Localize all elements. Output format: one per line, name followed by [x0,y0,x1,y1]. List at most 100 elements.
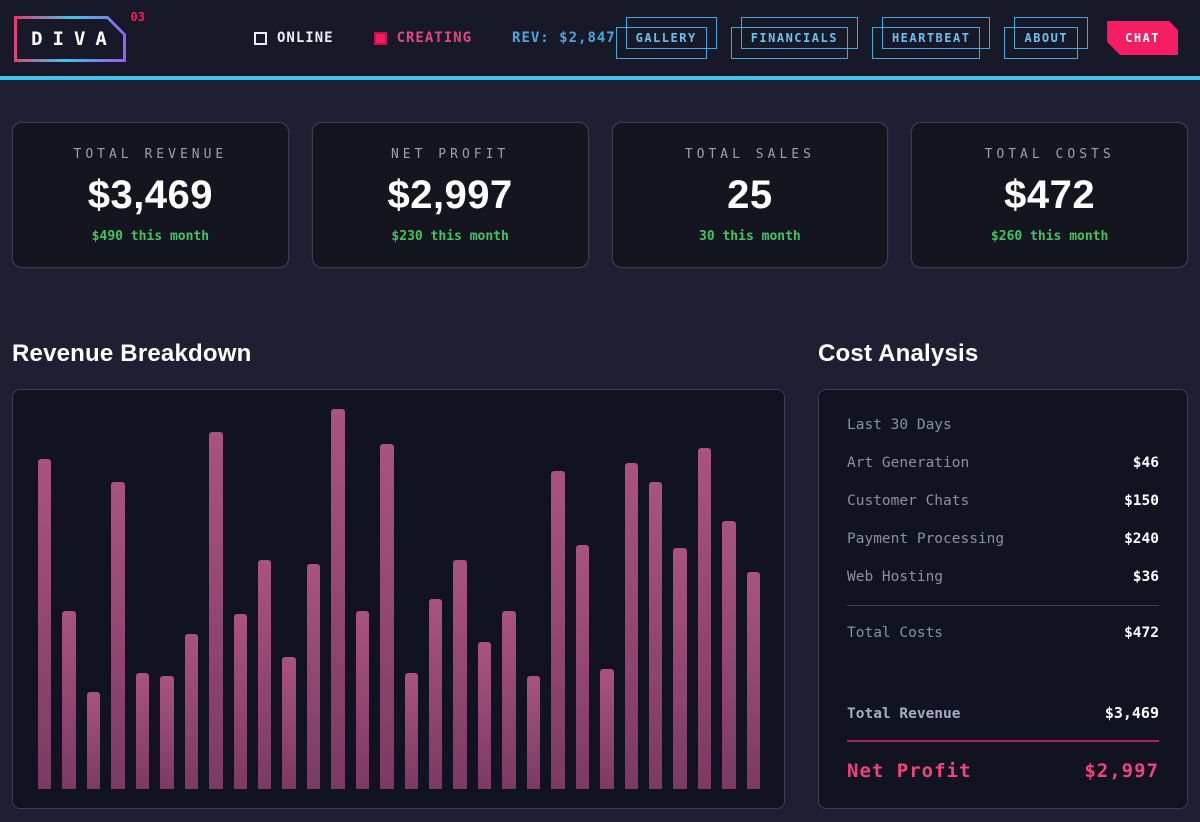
chart-bar [747,572,760,789]
nav-button-financials[interactable]: FINANCIALS [736,22,853,54]
creating-checkbox-icon [374,32,387,45]
cost-row-label: Customer Chats [847,491,969,511]
total-revenue-value: $3,469 [1105,703,1159,723]
cost-divider [847,605,1159,606]
revenue-section-title: Revenue Breakdown [12,340,785,368]
cost-row-value: $36 [1133,567,1159,587]
chart-bar [551,471,564,789]
cost-row-label: Art Generation [847,453,969,473]
chart-bar [527,676,540,789]
main-nav: GALLERY FINANCIALS HEARTBEAT ABOUT CHAT [621,21,1186,55]
nav-button-about[interactable]: ABOUT [1009,22,1083,54]
chart-bar [62,611,75,789]
chart-bar [38,459,51,789]
chart-bar [502,611,515,789]
logo-version-badge: 03 [131,10,145,24]
chart-bar [282,657,295,789]
net-profit-label: Net Profit [847,761,971,781]
chart-bar [331,409,344,789]
cost-section-title: Cost Analysis [818,340,1188,368]
cost-row-web-hosting: Web Hosting $36 [847,567,1159,587]
stat-subtext: $490 this month [92,229,209,244]
nav-button-gallery[interactable]: GALLERY [621,22,712,54]
cost-row-customer-chats: Customer Chats $150 [847,491,1159,511]
online-status-toggle[interactable]: ONLINE [254,30,334,46]
total-revenue-label: Total Revenue [847,704,961,724]
stat-value: $2,997 [387,173,512,218]
chart-bar [478,642,491,789]
chart-bar [698,448,711,789]
stat-value: $3,469 [88,173,213,218]
header: DIVA 03 ONLINE CREATING REV: $2,847 GALL… [0,0,1200,80]
stat-subtext: $260 this month [991,229,1108,244]
stat-subtext: 30 this month [699,229,801,244]
chart-bar [356,611,369,789]
chart-bar [649,482,662,789]
stat-label: TOTAL SALES [685,147,815,162]
chart-bar [258,560,271,789]
cost-row-label: Payment Processing [847,529,1004,549]
creating-status-toggle[interactable]: CREATING [374,30,472,46]
chart-bar [576,545,589,789]
chart-bar [87,692,100,789]
chart-bar [136,673,149,789]
cost-row-value: $150 [1124,491,1159,511]
online-label: ONLINE [277,30,334,46]
stat-label: NET PROFIT [391,147,509,162]
logo-text: DIVA [17,19,123,59]
logo: DIVA 03 [14,16,126,62]
stat-card-total-revenue: TOTAL REVENUE $3,469 $490 this month [12,122,289,268]
net-profit-value: $2,997 [1084,761,1159,781]
chart-bar [625,463,638,789]
net-profit-row: Net Profit $2,997 [847,761,1159,781]
cost-row-payment-processing: Payment Processing $240 [847,529,1159,549]
stat-card-total-sales: TOTAL SALES 25 30 this month [612,122,889,268]
cost-period-label: Last 30 Days [847,415,952,435]
status-group: ONLINE CREATING REV: $2,847 [254,30,616,46]
stats-row: TOTAL REVENUE $3,469 $490 this month NET… [0,80,1200,268]
stat-value: 25 [727,173,773,218]
online-checkbox-icon [254,32,267,45]
cost-row-art-generation: Art Generation $46 [847,453,1159,473]
chart-bar [600,669,613,789]
nav-button-chat[interactable]: CHAT [1107,21,1178,55]
chart-bar [405,673,418,789]
total-costs-row: Total Costs $472 [847,623,1159,643]
dashboard-main: TOTAL REVENUE $3,469 $490 this month NET… [0,80,1200,809]
net-profit-divider [847,740,1159,742]
cost-analysis-panel: Last 30 Days Art Generation $46 Customer… [818,389,1188,809]
chart-bar [673,548,686,789]
cost-row-value: $240 [1124,529,1159,549]
revenue-chart-bars [38,401,760,789]
revenue-column: Revenue Breakdown [12,340,785,809]
total-costs-label: Total Costs [847,623,943,643]
revenue-ticker: REV: $2,847 [512,30,616,46]
content-columns: Revenue Breakdown Cost Analysis Last 30 … [0,340,1200,809]
cost-row-value: $46 [1133,453,1159,473]
chart-bar [722,521,735,789]
chart-bar [380,444,393,789]
chart-bar [160,676,173,789]
chart-bar [209,432,222,789]
stat-subtext: $230 this month [391,229,508,244]
chart-bar [429,599,442,789]
chart-bar [234,614,247,789]
chart-bar [453,560,466,789]
chart-bar [111,482,124,789]
total-revenue-row: Total Revenue $3,469 [847,703,1159,724]
cost-period-row: Last 30 Days [847,415,1159,435]
stat-label: TOTAL REVENUE [74,147,228,162]
logo-frame: DIVA [14,16,126,62]
chart-bar [307,564,320,789]
stat-card-total-costs: TOTAL COSTS $472 $260 this month [911,122,1188,268]
stat-label: TOTAL COSTS [985,147,1115,162]
cost-row-label: Web Hosting [847,567,943,587]
chart-bar [185,634,198,789]
total-costs-value: $472 [1124,623,1159,643]
creating-label: CREATING [397,30,472,46]
nav-button-heartbeat[interactable]: HEARTBEAT [877,22,986,54]
revenue-chart-panel [12,389,785,809]
cost-column: Cost Analysis Last 30 Days Art Generatio… [818,340,1188,809]
stat-card-net-profit: NET PROFIT $2,997 $230 this month [312,122,589,268]
stat-value: $472 [1004,173,1095,218]
